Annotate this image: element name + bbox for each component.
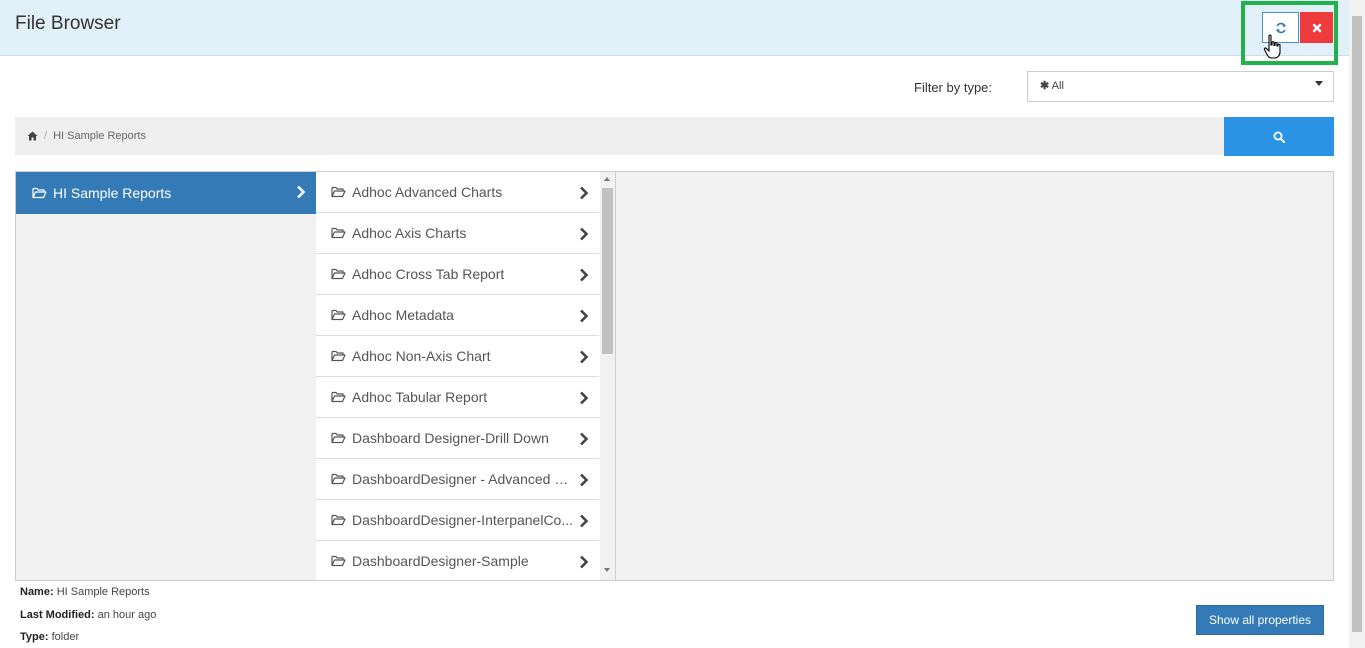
folder-open-icon [331,350,346,362]
folder-list-item[interactable]: Dashboard Designer-Drill Down [316,418,599,459]
property-type: Type: folder [20,631,79,643]
property-type-label: Type: [20,631,49,643]
property-modified: Last Modified: an hour ago [20,609,156,621]
property-name: Name: HI Sample Reports [20,586,150,598]
breadcrumb: / HI Sample Reports [15,117,1224,155]
root-folder-label: HI Sample Reports [53,185,172,201]
folder-open-icon [331,186,346,198]
chevron-right-icon [580,186,589,200]
page-title: File Browser [15,13,121,34]
folder-label: Dashboard Designer-Drill Down [352,430,549,446]
folder-open-icon [331,555,346,567]
folder-list-item[interactable]: Adhoc Non-Axis Chart [316,336,599,377]
folder-open-icon [331,432,346,444]
children-scrollbar-thumb[interactable] [602,188,613,354]
folder-label: Adhoc Non-Axis Chart [352,348,491,364]
folder-list-item[interactable]: Adhoc Axis Charts [316,213,599,254]
chevron-right-icon [580,350,589,364]
chevron-right-icon [580,268,589,282]
folder-open-icon [331,268,346,280]
folder-open-icon [32,187,47,199]
folder-open-icon [331,391,346,403]
filter-type-select[interactable]: ✱ All [1027,71,1334,102]
refresh-icon [1275,22,1286,33]
chevron-right-icon [580,227,589,241]
chevron-right-icon [580,309,589,323]
folder-list-item[interactable]: Adhoc Tabular Report [316,377,599,418]
folder-label: Adhoc Metadata [352,307,454,323]
chevron-right-icon [580,391,589,405]
chevron-right-icon [580,514,589,528]
root-folder-item[interactable]: HI Sample Reports [16,172,316,214]
children-column: Adhoc Advanced Charts Adhoc Axis Charts Ad… [316,172,616,580]
folder-open-icon [331,473,346,485]
folder-label: Adhoc Tabular Report [352,389,488,405]
folder-label: DashboardDesigner - Advanced M... [352,471,577,487]
property-modified-label: Last Modified: [20,609,95,621]
home-icon[interactable] [27,131,38,141]
root-column: HI Sample Reports [16,172,316,580]
close-icon [1312,23,1321,32]
folder-open-icon [331,309,346,321]
search-button[interactable] [1224,117,1334,156]
chevron-right-icon [297,185,306,199]
breadcrumb-current[interactable]: HI Sample Reports [53,130,146,142]
scroll-up-arrow-icon[interactable] [604,177,610,181]
property-modified-value: an hour ago [97,609,157,621]
title-bar: File Browser [0,0,1349,56]
chevron-right-icon [580,432,589,446]
close-button[interactable] [1300,12,1333,43]
page-scrollbar-thumb[interactable] [1352,16,1362,632]
breadcrumb-separator: / [44,130,48,142]
folder-list-item[interactable]: DashboardDesigner-Sample [316,541,599,580]
file-browser-panel: HI Sample Reports Adhoc Advanced Charts A… [15,171,1334,581]
folder-label: Adhoc Cross Tab Report [352,266,505,282]
folder-label: DashboardDesigner-Sample [352,553,529,569]
folder-label: DashboardDesigner-InterpanelCo... [352,512,574,528]
page-scrollbar[interactable] [1349,0,1365,648]
property-type-value: folder [51,631,80,643]
children-scrollbar[interactable] [600,172,615,580]
folder-open-icon [331,514,346,526]
folder-list-item[interactable]: Adhoc Advanced Charts [316,172,599,213]
show-all-properties-button[interactable]: Show all properties [1196,605,1324,635]
filter-label: Filter by type: [914,80,993,95]
folder-list-item[interactable]: Adhoc Cross Tab Report [316,254,599,295]
property-name-value: HI Sample Reports [56,586,150,598]
asterisk-icon: ✱ [1040,80,1050,92]
chevron-right-icon [580,555,589,569]
caret-down-icon [1315,81,1323,86]
folder-label: Adhoc Advanced Charts [352,184,503,200]
folder-list-item[interactable]: DashboardDesigner-InterpanelCo... [316,500,599,541]
hand-cursor-icon [1263,34,1281,59]
property-name-label: Name: [20,586,54,598]
folder-list-item[interactable]: DashboardDesigner - Advanced M... [316,459,599,500]
folder-open-icon [331,227,346,239]
chevron-right-icon [580,473,589,487]
search-icon [1273,131,1285,143]
folder-label: Adhoc Axis Charts [352,225,467,241]
filter-selected-value: All [1051,80,1064,92]
folder-list-item[interactable]: Adhoc Metadata [316,295,599,336]
scroll-down-arrow-icon[interactable] [604,568,610,572]
